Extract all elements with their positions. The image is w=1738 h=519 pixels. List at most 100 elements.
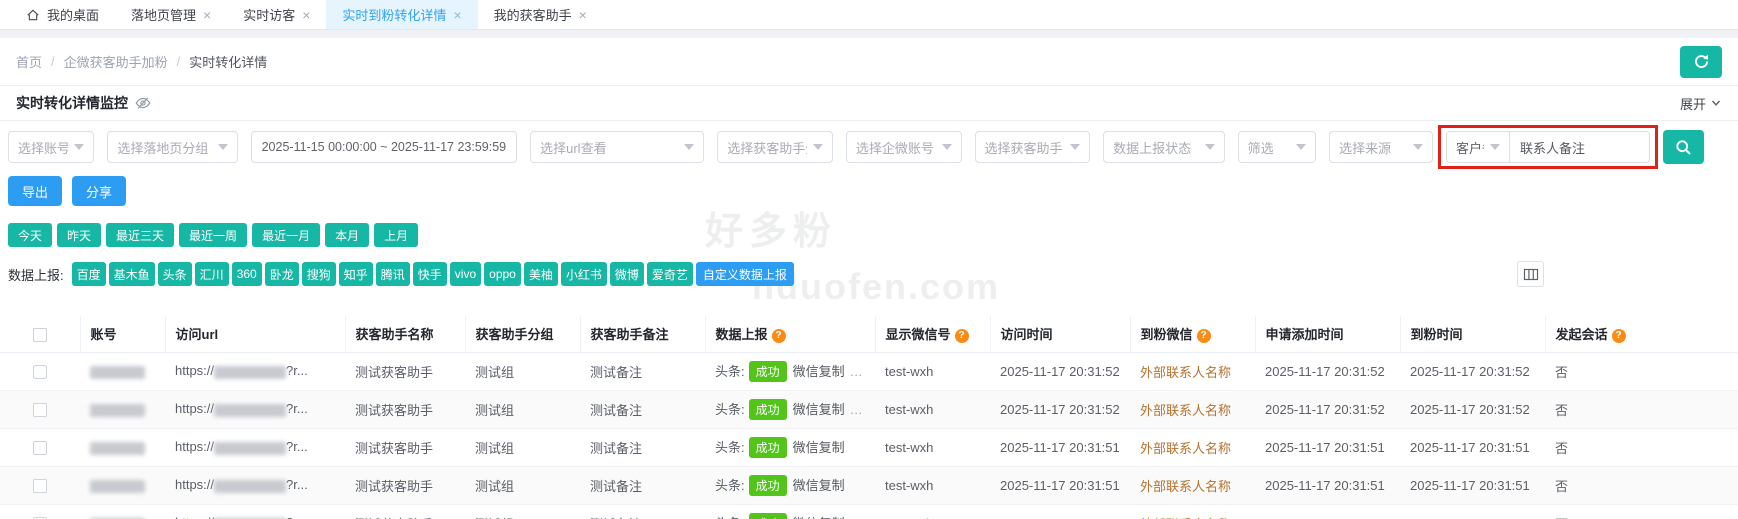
- column-settings-button[interactable]: [1517, 261, 1544, 287]
- select-all-checkbox[interactable]: [33, 328, 47, 342]
- help-icon[interactable]: ?: [1197, 329, 1211, 343]
- quick-date-lastmonth[interactable]: 最近一月: [252, 223, 320, 247]
- row-checkbox[interactable]: [33, 441, 47, 455]
- help-icon[interactable]: ?: [955, 329, 969, 343]
- search-icon: [1675, 139, 1692, 156]
- source-select[interactable]: 选择来源: [1329, 131, 1433, 163]
- report-source-label: 数据上报:: [8, 265, 64, 284]
- export-button[interactable]: 导出: [8, 176, 62, 206]
- filter-select[interactable]: 筛选: [1238, 131, 1317, 163]
- search-button[interactable]: [1663, 130, 1704, 164]
- source-tencent[interactable]: 腾讯: [376, 262, 410, 286]
- breadcrumb-current: 实时转化详情: [189, 52, 267, 71]
- col-fan-wechat: 到粉微信?: [1130, 316, 1255, 352]
- wechat-copy-link[interactable]: 微信复制: [793, 478, 845, 493]
- wechat-copy-link[interactable]: 微信复制: [793, 440, 845, 455]
- wecom-account-select[interactable]: 选择企微账号: [846, 131, 962, 163]
- source-custom-report[interactable]: 自定义数据上报: [696, 262, 794, 286]
- assistant-placeholder: 选择获客助手: [985, 138, 1063, 157]
- tab-landing-page-mgmt[interactable]: 落地页管理 ×: [115, 0, 227, 29]
- source-kuaishou[interactable]: 快手: [413, 262, 447, 286]
- quick-date-last3days[interactable]: 最近三天: [106, 223, 174, 247]
- fan-wechat-cell: 外部联系人名称: [1130, 504, 1255, 519]
- help-icon[interactable]: ?: [772, 329, 786, 343]
- source-xiaohongshu[interactable]: 小红书: [561, 262, 607, 286]
- close-icon[interactable]: ×: [453, 8, 461, 22]
- wecom-account-placeholder: 选择企微账号: [856, 138, 934, 157]
- landing-group-select[interactable]: 选择落地页分组: [107, 131, 237, 163]
- assistant-group-cell: 测试组: [465, 390, 580, 428]
- eye-off-icon[interactable]: [135, 95, 151, 111]
- caret-down-icon: [1205, 144, 1215, 150]
- source-wolong[interactable]: 卧龙: [265, 262, 299, 286]
- source-meiyou[interactable]: 美柚: [524, 262, 558, 286]
- close-icon[interactable]: ×: [302, 8, 310, 22]
- source-weibo[interactable]: 微博: [610, 262, 644, 286]
- quick-date-prevmonth[interactable]: 上月: [374, 223, 418, 247]
- columns-icon: [1523, 267, 1539, 282]
- assistant-select[interactable]: 选择获客助手: [975, 131, 1091, 163]
- source-oppo[interactable]: oppo: [484, 262, 521, 286]
- remark-type-select[interactable]: 客户备注: [1446, 131, 1510, 163]
- account-select[interactable]: 选择账号: [8, 131, 94, 163]
- source-jimuyu[interactable]: 基木鱼: [109, 262, 155, 286]
- source-iqiyi[interactable]: 爱奇艺: [647, 262, 693, 286]
- source-huichuan[interactable]: 汇川: [195, 262, 229, 286]
- account-cell: [80, 466, 165, 504]
- row-checkbox[interactable]: [33, 479, 47, 493]
- source-sogou[interactable]: 搜狗: [302, 262, 336, 286]
- wechat-copy-link[interactable]: 微信复制: [793, 516, 845, 519]
- url-view-select[interactable]: 选择url查看: [530, 131, 704, 163]
- assistant-group-select[interactable]: 选择获客助手分组: [717, 131, 833, 163]
- quick-date-lastweek[interactable]: 最近一周: [179, 223, 247, 247]
- breadcrumb-home[interactable]: 首页: [16, 52, 42, 71]
- tab-my-assistants[interactable]: 我的获客助手 ×: [478, 0, 603, 29]
- date-range-picker[interactable]: 2025-11-15 00:00:00 ~ 2025-11-17 23:59:5…: [251, 131, 518, 163]
- data-report-cell: 头条:成功微信复制: [705, 466, 875, 504]
- close-icon[interactable]: ×: [579, 8, 587, 22]
- breadcrumb-section[interactable]: 企微获客助手加粉: [64, 52, 168, 71]
- share-button[interactable]: 分享: [72, 176, 126, 206]
- visit-time-cell: 2025-11-17 20:31:51: [990, 466, 1130, 504]
- session-cell: 否: [1545, 466, 1738, 504]
- assistant-name-cell: 测试获客助手: [345, 466, 465, 504]
- row-checkbox[interactable]: [33, 403, 47, 417]
- status-badge: 成功: [749, 399, 787, 420]
- chevron-down-icon: [1710, 97, 1722, 109]
- breadcrumb-separator: /: [177, 54, 181, 69]
- visit-url-cell: https://?r...: [165, 504, 345, 519]
- row-checkbox[interactable]: [33, 365, 47, 379]
- status-badge: 成功: [749, 513, 787, 519]
- report-status-select[interactable]: 数据上报状态: [1103, 131, 1224, 163]
- wechat-copy-link[interactable]: 微信复制: [793, 402, 845, 417]
- caret-down-icon: [684, 144, 694, 150]
- refresh-button[interactable]: [1680, 46, 1722, 78]
- assistant-group-cell: 测试组: [465, 352, 580, 390]
- tab-realtime-visitors[interactable]: 实时访客 ×: [227, 0, 326, 29]
- visit-time-cell: 2025-11-17 20:31:52: [990, 390, 1130, 428]
- wechat-copy-link[interactable]: 微信复制: [793, 364, 845, 379]
- tab-my-desktop[interactable]: 我的桌面: [10, 0, 115, 29]
- quick-date-yesterday[interactable]: 昨天: [57, 223, 101, 247]
- source-vivo[interactable]: vivo: [450, 262, 481, 286]
- quick-date-today[interactable]: 今天: [8, 223, 52, 247]
- assistant-group-cell: 测试组: [465, 428, 580, 466]
- source-zhihu[interactable]: 知乎: [339, 262, 373, 286]
- expand-toggle[interactable]: 展开: [1680, 94, 1722, 113]
- close-icon[interactable]: ×: [203, 8, 211, 22]
- section-header: 实时转化详情监控 展开: [0, 86, 1738, 121]
- source-toutiao[interactable]: 头条: [158, 262, 192, 286]
- remark-search-group: 客户备注: [1446, 131, 1650, 163]
- redacted-account: [90, 442, 145, 455]
- source-baidu[interactable]: 百度: [72, 262, 106, 286]
- quick-date-thismonth[interactable]: 本月: [325, 223, 369, 247]
- source-360[interactable]: 360: [232, 262, 262, 286]
- redacted-account: [90, 404, 145, 417]
- tab-realtime-fan-conversion[interactable]: 实时到粉转化详情 ×: [326, 0, 477, 29]
- caret-down-icon: [1490, 144, 1500, 150]
- remark-search-input[interactable]: [1510, 131, 1650, 163]
- assistant-group-cell: 测试组: [465, 504, 580, 519]
- help-icon[interactable]: ?: [1612, 329, 1626, 343]
- visit-time-cell: 2025-11-17 20:31:51: [990, 504, 1130, 519]
- tab-label: 实时访客: [243, 5, 295, 24]
